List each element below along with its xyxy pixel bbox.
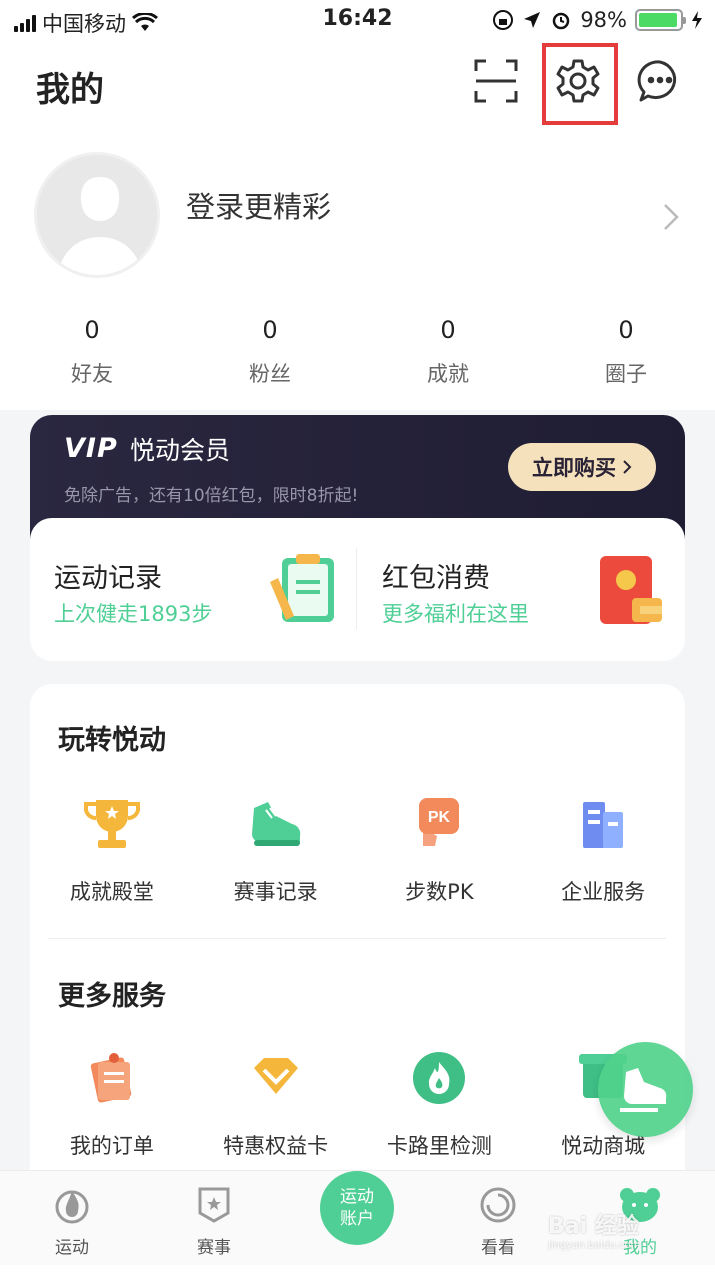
grid-label: 我的订单 (69, 1134, 154, 1158)
grid-label: 卡路里检测 (386, 1134, 492, 1158)
message-icon[interactable] (636, 57, 684, 105)
profile-stats: 0 好友 0 粉丝 0 成就 0 圈子 (0, 316, 715, 388)
stat-achievements[interactable]: 0 成就 (359, 316, 537, 388)
bottom-strip (0, 1265, 715, 1275)
stat-value: 0 (440, 316, 456, 344)
charging-icon (692, 11, 702, 29)
grid-label: 成就殿堂 (69, 880, 154, 904)
highlight-box (542, 43, 618, 125)
grid-item-my-orders[interactable]: 我的订单 (30, 1048, 194, 1160)
grid-label: 特惠权益卡 (223, 1134, 329, 1158)
profile-section[interactable]: 登录更精彩 0 好友 0 粉丝 0 成就 0 圈子 (0, 140, 715, 410)
avatar[interactable] (34, 152, 160, 278)
stat-value: 0 (84, 316, 100, 344)
sneaker-icon (620, 1068, 667, 1112)
card-title: 红包消费 (382, 563, 490, 594)
floating-run-button[interactable] (598, 1042, 693, 1137)
scan-icon[interactable] (472, 57, 520, 105)
battery-icon (635, 9, 686, 31)
stat-label: 粉丝 (249, 362, 291, 386)
battery-percent: 98% (580, 8, 627, 32)
pk-icon: PK (419, 798, 460, 846)
shoe-icon (251, 802, 300, 846)
red-envelope-card[interactable]: 红包消费 更多福利在这里 (358, 518, 685, 661)
chevron-right-icon[interactable] (662, 202, 680, 232)
sport-icon (55, 1190, 89, 1224)
page-title: 我的 (36, 70, 104, 110)
chevron-right-icon (623, 460, 632, 474)
stat-value: 0 (262, 316, 278, 344)
card-subtitle: 更多福利在这里 (382, 602, 529, 626)
watermark-sub: jingyan.baidu.com (548, 1240, 641, 1251)
services-panel: 玩转悦动 成就殿堂 赛事记录 PK 步数PK 企业服务 更多服务 我的订单 特惠… (30, 684, 685, 1244)
flame-icon (413, 1052, 466, 1104)
buy-now-button[interactable]: 立即购买 (508, 443, 656, 491)
more-grid: 我的订单 特惠权益卡 卡路里检测 悦动商城 (30, 1048, 685, 1160)
tab-discover[interactable]: 看看 (448, 1185, 548, 1258)
vip-logo: VIP (64, 433, 118, 464)
trophy-icon (83, 800, 140, 848)
sport-record-card[interactable]: 运动记录 上次健走1893步 (30, 518, 357, 661)
stat-circles[interactable]: 0 圈子 (537, 316, 715, 388)
tab-label: 运动 (55, 1238, 89, 1258)
order-icon (90, 1053, 132, 1103)
svg-text:PK: PK (428, 809, 451, 826)
grid-item-race-record[interactable]: 赛事记录 (194, 794, 358, 906)
stat-value: 0 (618, 316, 634, 344)
tab-events[interactable]: 赛事 (164, 1185, 264, 1258)
status-right: 98% (492, 8, 703, 32)
stat-label: 圈子 (605, 362, 647, 386)
grid-label: 企业服务 (561, 880, 646, 904)
watermark: Bai 经验 jingyan.baidu.com (548, 1208, 640, 1251)
card-subtitle: 上次健走1893步 (54, 602, 213, 626)
tab-sport[interactable]: 运动 (22, 1185, 122, 1258)
grid-item-benefit-card[interactable]: 特惠权益卡 (194, 1048, 358, 1160)
badge-icon (198, 1187, 230, 1223)
login-prompt[interactable]: 登录更精彩 (186, 184, 331, 226)
diamond-icon (253, 1058, 298, 1094)
grid-label: 步数PK (405, 880, 474, 904)
tab-account[interactable]: 运动账户 (320, 1171, 394, 1245)
grid-item-calorie-check[interactable]: 卡路里检测 (358, 1048, 522, 1160)
red-envelope-icon (600, 556, 662, 624)
grid-label: 赛事记录 (233, 880, 318, 904)
card-divider (356, 548, 357, 630)
stat-fans[interactable]: 0 粉丝 (181, 316, 359, 388)
clipboard-icon (270, 554, 334, 622)
stat-label: 好友 (71, 362, 113, 386)
buy-now-label: 立即购买 (532, 456, 616, 480)
grid-item-step-pk[interactable]: PK 步数PK (358, 794, 522, 906)
account-icon-label: 运动账户 (340, 1187, 374, 1229)
stat-friends[interactable]: 0 好友 (3, 316, 181, 388)
quick-cards: 运动记录 上次健走1893步 红包消费 更多福利在这里 (30, 518, 685, 661)
watermark-text: Bai 经验 (548, 1214, 639, 1239)
stat-label: 成就 (427, 362, 469, 386)
discover-icon (480, 1187, 516, 1223)
grid-item-achievement-hall[interactable]: 成就殿堂 (30, 794, 194, 906)
rotation-lock-icon (493, 10, 514, 30)
alarm-icon (553, 12, 570, 30)
play-grid: 成就殿堂 赛事记录 PK 步数PK 企业服务 (30, 794, 685, 906)
card-title: 运动记录 (54, 563, 162, 594)
section-title-more: 更多服务 (58, 981, 166, 1012)
status-bar: 中国移动 16:42 98% (0, 0, 715, 40)
tab-label: 看看 (481, 1238, 515, 1258)
tab-label: 赛事 (197, 1238, 231, 1258)
vip-title: 悦动会员 (130, 436, 231, 465)
section-title-play: 玩转悦动 (58, 725, 166, 756)
grid-item-enterprise[interactable]: 企业服务 (521, 794, 685, 906)
section-divider (48, 938, 666, 939)
building-icon (583, 802, 624, 848)
vip-subtitle: 免除广告，还有10倍红包，限时8折起! (64, 486, 359, 506)
location-icon (524, 12, 541, 28)
